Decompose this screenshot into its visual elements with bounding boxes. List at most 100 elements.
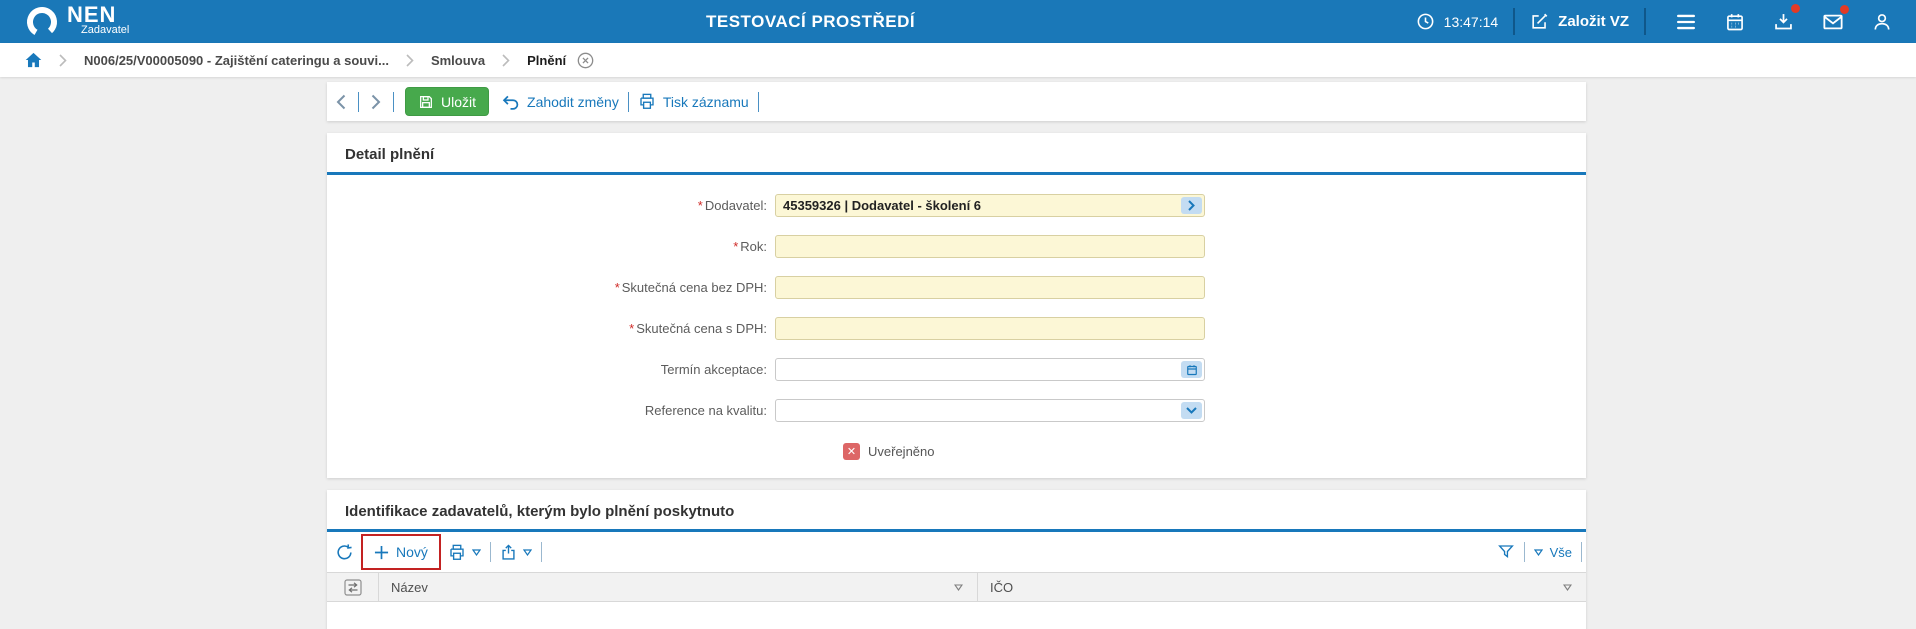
nen-logo-icon — [25, 5, 59, 39]
grid-empty-body[interactable] — [327, 602, 1586, 629]
filter-funnel-icon[interactable] — [1497, 543, 1515, 561]
reference-na-kvalitu-label: Reference na kvalitu: — [645, 403, 767, 418]
discard-changes-label: Zahodit změny — [527, 94, 619, 110]
close-tab-icon[interactable] — [577, 52, 594, 69]
dropdown-triangle-icon — [523, 549, 532, 556]
page-content: Uložit Zahodit změny Tisk záznamu Detail… — [0, 82, 1916, 629]
termin-akceptace-field[interactable] — [775, 358, 1205, 381]
menu-button[interactable] — [1661, 13, 1710, 31]
rok-input[interactable] — [776, 236, 1204, 257]
column-settings-button[interactable] — [327, 573, 379, 601]
dodavatel-field[interactable] — [775, 194, 1205, 217]
required-asterisk: * — [629, 321, 634, 336]
messages-button[interactable] — [1808, 12, 1857, 32]
printer-icon — [638, 93, 656, 110]
dropdown-triangle-icon — [472, 549, 481, 556]
toolbar-divider — [1581, 542, 1582, 562]
printer-icon — [448, 544, 466, 561]
form-row-dodavatel: *Dodavatel: — [327, 185, 1586, 226]
termin-akceptace-input[interactable] — [776, 359, 1204, 380]
logo-text: NEN — [67, 5, 129, 25]
detail-section-title: Detail plnění — [327, 133, 1586, 172]
logo-subtitle: Zadavatel — [81, 24, 129, 36]
export-icon — [500, 543, 517, 561]
nazev-label: Název — [391, 580, 428, 595]
toolbar-divider — [393, 92, 394, 112]
notification-dot — [1791, 4, 1800, 13]
cena-s-dph-field[interactable] — [775, 317, 1205, 340]
print-record-label: Tisk záznamu — [663, 94, 749, 110]
user-profile-button[interactable] — [1857, 12, 1906, 32]
save-button[interactable]: Uložit — [405, 87, 489, 116]
grid-print-button[interactable] — [448, 544, 481, 561]
reference-na-kvalitu-input[interactable] — [776, 400, 1204, 421]
next-record-button[interactable] — [368, 94, 384, 110]
form-row-cena-bez-dph: *Skutečná cena bez DPH: — [327, 267, 1586, 308]
toolbar-divider — [541, 542, 542, 562]
reference-na-kvalitu-field[interactable] — [775, 399, 1205, 422]
toolbar-divider — [1524, 542, 1525, 562]
cena-s-dph-input[interactable] — [776, 318, 1204, 339]
sort-triangle-icon[interactable] — [954, 584, 963, 591]
create-vz-label: Založit VZ — [1558, 13, 1629, 30]
refresh-button[interactable] — [335, 543, 354, 562]
cena-bez-dph-label: Skutečná cena bez DPH: — [622, 280, 767, 295]
required-asterisk: * — [615, 280, 620, 295]
prev-record-button[interactable] — [333, 94, 349, 110]
lookup-chevron-icon[interactable] — [1181, 197, 1202, 214]
calendar-button[interactable] — [1710, 12, 1759, 32]
downloads-button[interactable] — [1759, 11, 1808, 32]
record-toolbar: Uložit Zahodit změny Tisk záznamu — [327, 82, 1586, 121]
new-record-label: Nový — [396, 544, 428, 560]
view-dropdown-triangle-icon[interactable] — [1534, 549, 1543, 556]
section-rule — [327, 172, 1586, 175]
identification-grid-section: Identifikace zadavatelů, kterým bylo pln… — [327, 490, 1586, 629]
breadcrumb: N006/25/V00005090 - Zajištění cateringu … — [0, 43, 1916, 77]
print-record-button[interactable]: Tisk záznamu — [638, 93, 749, 110]
floppy-icon — [418, 94, 434, 110]
datepicker-calendar-icon[interactable] — [1181, 361, 1202, 378]
toolbar-divider — [490, 542, 491, 562]
save-label: Uložit — [441, 94, 476, 110]
nen-logo[interactable]: NEN Zadavatel — [25, 5, 129, 39]
breadcrumb-item-plneni[interactable]: Plnění — [527, 53, 566, 68]
breadcrumb-item-smlouva[interactable]: Smlouva — [431, 53, 485, 68]
dodavatel-input[interactable] — [776, 195, 1204, 216]
plus-icon — [374, 545, 389, 560]
not-published-x-icon: ✕ — [843, 443, 860, 460]
create-vz-button[interactable]: Založit VZ — [1530, 12, 1629, 31]
sort-triangle-icon[interactable] — [1563, 584, 1572, 591]
column-header-ico[interactable]: IČO — [978, 573, 1586, 601]
breadcrumb-chevron-icon — [502, 54, 510, 67]
clock-icon — [1416, 12, 1435, 31]
published-status-row: ✕ Uveřejněno — [327, 431, 1586, 472]
rok-field[interactable] — [775, 235, 1205, 258]
form-row-cena-s-dph: *Skutečná cena s DPH: — [327, 308, 1586, 349]
undo-icon — [501, 94, 520, 110]
header-divider — [1644, 8, 1646, 35]
view-all-button[interactable]: Vše — [1550, 545, 1572, 560]
new-record-button[interactable]: Nový — [361, 534, 441, 570]
mail-icon — [1822, 12, 1844, 32]
toolbar-divider — [358, 92, 359, 112]
home-icon[interactable] — [25, 52, 42, 68]
grid-section-title: Identifikace zadavatelů, kterým bylo pln… — [327, 490, 1586, 529]
toolbar-divider — [628, 92, 629, 112]
published-status-label: Uveřejněno — [868, 444, 935, 459]
export-button[interactable] — [500, 543, 532, 561]
required-asterisk: * — [733, 239, 738, 254]
breadcrumb-item-procedure[interactable]: N006/25/V00005090 - Zajištění cateringu … — [84, 53, 389, 68]
termin-akceptace-label: Termín akceptace: — [661, 362, 767, 377]
hamburger-icon — [1675, 13, 1697, 31]
session-clock: 13:47:14 — [1416, 12, 1499, 31]
column-header-nazev[interactable]: Název — [379, 573, 978, 601]
app-header: NEN Zadavatel TESTOVACÍ PROSTŘEDÍ 13:47:… — [0, 0, 1916, 43]
discard-changes-button[interactable]: Zahodit změny — [501, 94, 619, 110]
clock-time: 13:47:14 — [1444, 14, 1499, 30]
select-chevron-down-icon[interactable] — [1181, 402, 1202, 419]
grid-header-row: Název IČO — [327, 572, 1586, 602]
breadcrumb-chevron-icon — [59, 54, 67, 67]
environment-title: TESTOVACÍ PROSTŘEDÍ — [706, 12, 915, 32]
cena-bez-dph-field[interactable] — [775, 276, 1205, 299]
cena-bez-dph-input[interactable] — [776, 277, 1204, 298]
